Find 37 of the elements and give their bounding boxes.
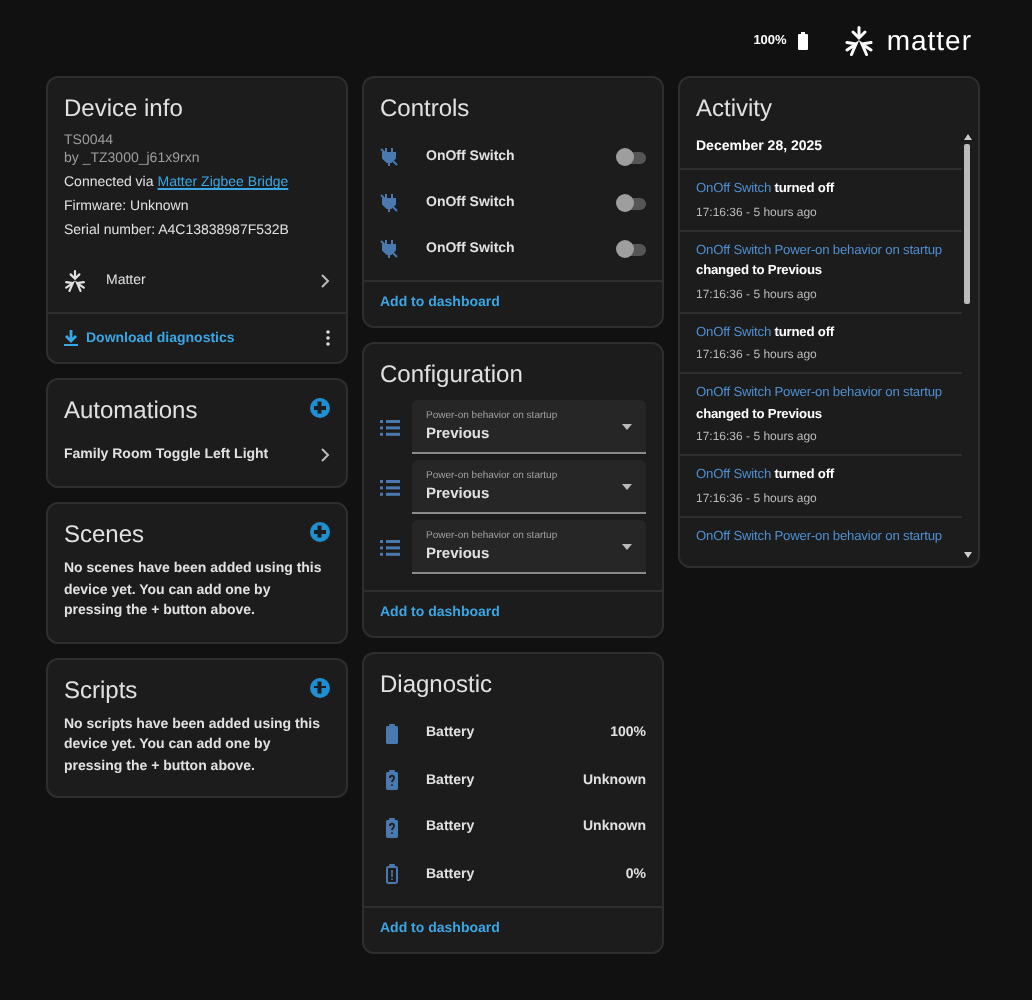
list-icon: [380, 539, 400, 555]
chevron-icon: [320, 274, 330, 288]
dropdown-icon: [622, 543, 632, 549]
card-title: Activity: [694, 92, 775, 126]
dropdown-icon: [622, 423, 632, 429]
card-title: Scenes: [62, 518, 147, 552]
download-icon: [64, 330, 78, 346]
list-icon: [380, 419, 400, 435]
card-title: Device info: [62, 92, 185, 126]
scroll-down-icon[interactable]: [963, 552, 971, 558]
card-title: Controls: [378, 92, 472, 126]
scroll-up-icon[interactable]: [963, 134, 971, 140]
list-icon: [380, 479, 400, 495]
matter-logo-icon: [64, 270, 86, 292]
add-icon[interactable]: [310, 677, 330, 697]
battery-icon: [386, 723, 398, 744]
toggle-switch[interactable]: [618, 151, 646, 163]
plug-off-icon: [380, 240, 398, 258]
card-title: Configuration: [378, 358, 525, 392]
card-title: Diagnostic: [378, 668, 495, 702]
card-title: Scripts: [62, 673, 140, 707]
scrollbar-thumb[interactable]: [964, 144, 970, 304]
battery-icon: [386, 864, 398, 885]
plug-off-icon: [380, 148, 398, 166]
add-icon[interactable]: [310, 398, 330, 418]
battery-icon: [386, 817, 398, 838]
matter-logo-icon: [844, 25, 875, 55]
chevron-icon: [320, 448, 330, 462]
toggle-switch[interactable]: [618, 197, 646, 209]
dropdown-icon: [622, 483, 632, 489]
battery-icon: [386, 770, 398, 791]
plug-off-icon: [380, 194, 398, 212]
toggle-switch[interactable]: [618, 243, 646, 255]
card-title: Automations: [62, 394, 200, 428]
add-icon[interactable]: [310, 522, 330, 542]
battery-icon: [798, 31, 809, 49]
brand-name: matter: [886, 24, 972, 56]
